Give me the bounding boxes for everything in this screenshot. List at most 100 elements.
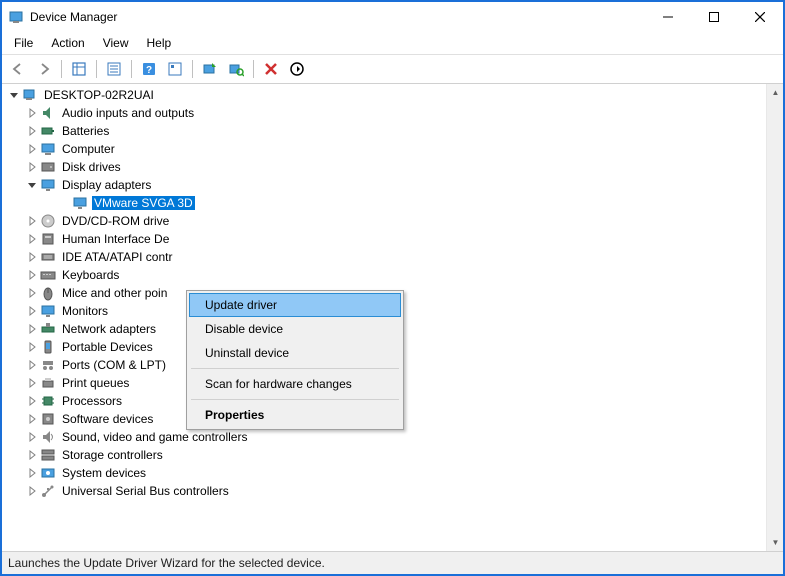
expand-icon[interactable] <box>26 413 38 425</box>
expand-icon[interactable] <box>26 287 38 299</box>
tree-node-label: Storage controllers <box>60 448 165 462</box>
window-title: Device Manager <box>30 10 645 24</box>
menu-view[interactable]: View <box>95 34 137 52</box>
menu-file[interactable]: File <box>6 34 41 52</box>
tree-node-battery[interactable]: Batteries <box>2 122 783 140</box>
hid-icon <box>40 231 56 247</box>
properties-button[interactable] <box>102 58 126 80</box>
ctx-scan-hardware[interactable]: Scan for hardware changes <box>189 372 401 396</box>
show-hidden-button[interactable] <box>67 58 91 80</box>
software-icon <box>40 411 56 427</box>
tree-node-display[interactable]: Display adapters <box>2 176 783 194</box>
disk-icon <box>40 159 56 175</box>
tree-root-node[interactable]: DESKTOP-02R2UAI <box>2 86 783 104</box>
expand-icon[interactable] <box>26 107 38 119</box>
tree-node-label: Portable Devices <box>60 340 155 354</box>
tree-node-disk[interactable]: Disk drives <box>2 158 783 176</box>
expand-icon[interactable] <box>26 323 38 335</box>
tree-node-label: Universal Serial Bus controllers <box>60 484 231 498</box>
expand-icon[interactable] <box>26 377 38 389</box>
tree-node-computer[interactable]: Computer <box>2 140 783 158</box>
tree-node-label: Mice and other poin <box>60 286 169 300</box>
toolbar-separator <box>192 60 193 78</box>
toolbar-separator <box>96 60 97 78</box>
tree-node-label: Monitors <box>60 304 110 318</box>
display-icon <box>72 195 88 211</box>
toolbar-separator <box>131 60 132 78</box>
ctx-update-driver[interactable]: Update driver <box>189 293 401 317</box>
tree-node-sound[interactable]: Sound, video and game controllers <box>2 428 783 446</box>
expand-icon[interactable] <box>26 395 38 407</box>
audio-icon <box>40 105 56 121</box>
context-menu: Update driver Disable device Uninstall d… <box>186 290 404 430</box>
tree-node-label: Audio inputs and outputs <box>60 106 196 120</box>
menu-help[interactable]: Help <box>139 34 180 52</box>
dvd-icon <box>40 213 56 229</box>
expand-icon[interactable] <box>26 215 38 227</box>
tree-node-hid[interactable]: Human Interface De <box>2 230 783 248</box>
device-tree[interactable]: DESKTOP-02R2UAI Audio inputs and outputs B… <box>2 84 783 551</box>
statusbar: Launches the Update Driver Wizard for th… <box>2 551 783 574</box>
display-icon <box>40 177 56 193</box>
tree-node-label: Software devices <box>60 412 155 426</box>
tree-node-child-display[interactable]: VMware SVGA 3D <box>2 194 783 212</box>
scrollbar-vertical[interactable]: ▲ ▼ <box>766 84 783 551</box>
tree-node-storage[interactable]: Storage controllers <box>2 446 783 464</box>
tree-node-label: Human Interface De <box>60 232 171 246</box>
collapse-icon[interactable] <box>8 89 20 101</box>
tree-node-label: Sound, video and game controllers <box>60 430 249 444</box>
tree-node-system[interactable]: System devices <box>2 464 783 482</box>
ide-icon <box>40 249 56 265</box>
tree-node-label: Computer <box>60 142 117 156</box>
tree-node-ide[interactable]: IDE ATA/ATAPI contr <box>2 248 783 266</box>
maximize-button[interactable] <box>691 2 737 32</box>
scan-hardware-button[interactable] <box>224 58 248 80</box>
tree-node-label: Processors <box>60 394 124 408</box>
tree-node-label: Batteries <box>60 124 111 138</box>
ctx-properties[interactable]: Properties <box>189 403 401 427</box>
tree-node-keyboard[interactable]: Keyboards <box>2 266 783 284</box>
expand-icon[interactable] <box>26 143 38 155</box>
help-button[interactable]: ? <box>137 58 161 80</box>
tree-node-audio[interactable]: Audio inputs and outputs <box>2 104 783 122</box>
root-icon <box>22 87 38 103</box>
tree-node-usb[interactable]: Universal Serial Bus controllers <box>2 482 783 500</box>
expand-icon[interactable] <box>26 431 38 443</box>
portable-icon <box>40 339 56 355</box>
usb-icon <box>40 483 56 499</box>
back-button[interactable] <box>6 58 30 80</box>
expand-icon[interactable] <box>26 359 38 371</box>
expand-icon[interactable] <box>26 485 38 497</box>
forward-button[interactable] <box>32 58 56 80</box>
expand-icon[interactable] <box>26 467 38 479</box>
expand-icon[interactable] <box>26 125 38 137</box>
scroll-up-icon[interactable]: ▲ <box>767 84 783 101</box>
tree-node-label: Display adapters <box>60 178 153 192</box>
ctx-separator <box>191 368 399 369</box>
disable-button[interactable] <box>285 58 309 80</box>
toolbar: ? <box>2 54 783 84</box>
expand-icon[interactable] <box>26 341 38 353</box>
storage-icon <box>40 447 56 463</box>
ctx-disable-device[interactable]: Disable device <box>189 317 401 341</box>
minimize-button[interactable] <box>645 2 691 32</box>
uninstall-button[interactable] <box>259 58 283 80</box>
expand-icon[interactable] <box>26 269 38 281</box>
scroll-down-icon[interactable]: ▼ <box>767 534 783 551</box>
system-icon <box>40 465 56 481</box>
ctx-uninstall-device[interactable]: Uninstall device <box>189 341 401 365</box>
expand-icon[interactable] <box>26 449 38 461</box>
tree-node-label: Keyboards <box>60 268 121 282</box>
expand-icon[interactable] <box>26 233 38 245</box>
expand-icon[interactable] <box>26 251 38 263</box>
action-button[interactable] <box>163 58 187 80</box>
expand-icon[interactable] <box>26 305 38 317</box>
keyboard-icon <box>40 267 56 283</box>
close-button[interactable] <box>737 2 783 32</box>
toolbar-separator <box>61 60 62 78</box>
expand-icon[interactable] <box>26 161 38 173</box>
collapse-icon[interactable] <box>26 179 38 191</box>
update-driver-button[interactable] <box>198 58 222 80</box>
tree-node-dvd[interactable]: DVD/CD-ROM drive <box>2 212 783 230</box>
menu-action[interactable]: Action <box>43 34 92 52</box>
